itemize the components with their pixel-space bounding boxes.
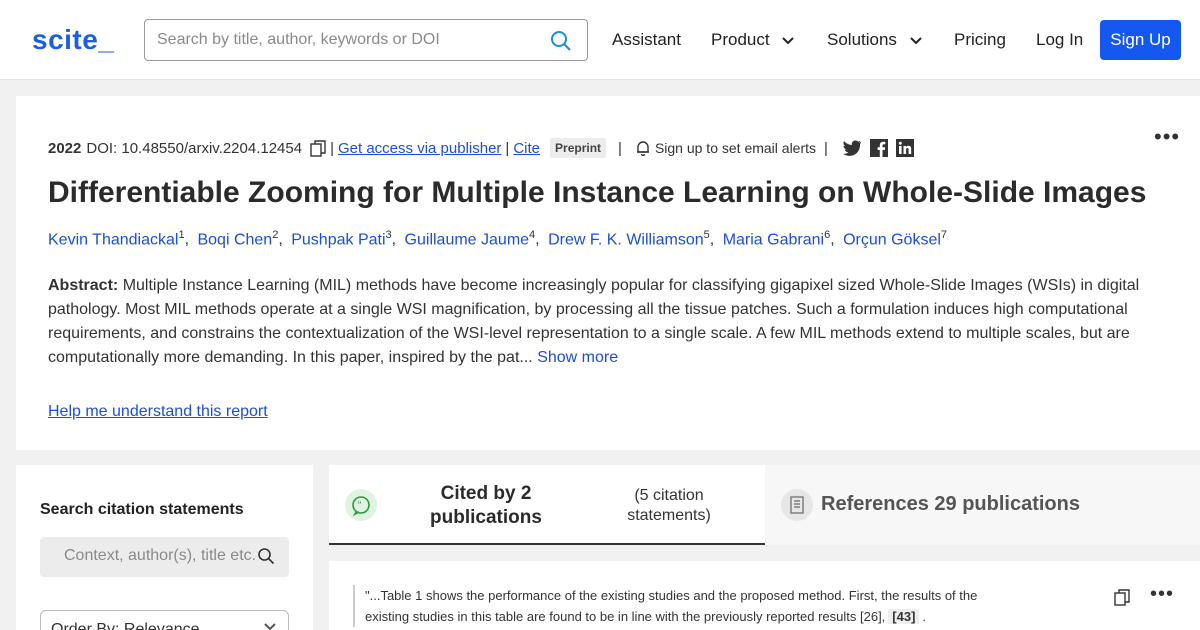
search-icon[interactable] — [257, 547, 275, 565]
nav-solutions-label: Solutions — [827, 30, 897, 49]
search-icon[interactable] — [549, 29, 573, 53]
author-link[interactable]: Maria Gabrani — [723, 231, 824, 248]
author-affiliation: 5 — [703, 229, 710, 241]
chevron-down-icon — [782, 36, 795, 44]
abstract: Abstract: Multiple Instance Learning (MI… — [48, 274, 1158, 370]
citation-excerpt: "...Table 1 shows the performance of the… — [353, 585, 1003, 627]
author-affiliation: 7 — [940, 229, 948, 241]
preprint-badge: Preprint — [550, 138, 607, 158]
author-affiliation: 1 — [178, 229, 185, 241]
chevron-down-icon — [909, 36, 922, 44]
search-box[interactable] — [144, 19, 588, 61]
separator: , — [709, 231, 715, 249]
separator: , — [278, 231, 283, 249]
paper-card: 2022 DOI: 10.48550/arxiv.2204.12454 | Ge… — [16, 96, 1200, 450]
order-by-select[interactable]: Order By: Relevance — [40, 610, 289, 630]
reference-marker[interactable]: [43] — [888, 609, 920, 624]
more-options-icon[interactable]: ••• — [1150, 583, 1174, 606]
publication-year: 2022 — [48, 139, 82, 157]
copy-icon[interactable] — [1114, 589, 1130, 606]
separator: | — [618, 139, 622, 157]
tab-references[interactable]: References 29 publications — [765, 465, 1200, 545]
sidebar-heading: Search citation statements — [40, 501, 244, 518]
document-icon — [781, 489, 813, 521]
references-count: References 29 publications — [821, 493, 1080, 515]
twitter-icon[interactable] — [842, 139, 862, 157]
nav-login[interactable]: Log In — [1036, 30, 1083, 50]
author-link[interactable]: Kevin Thandiackal — [48, 231, 178, 248]
help-understand-link[interactable]: Help me understand this report — [48, 403, 268, 421]
cite-link[interactable]: Cite — [513, 140, 540, 157]
citation-bubble-icon: ” — [345, 489, 377, 521]
abstract-label: Abstract: — [48, 277, 119, 294]
author-link[interactable]: Orçun Göksel — [843, 231, 941, 248]
context-search-input[interactable] — [64, 547, 259, 565]
cited-by-count: Cited by 2 publications — [430, 483, 542, 528]
more-options-icon[interactable]: ••• — [1154, 124, 1180, 150]
share-icons — [842, 139, 914, 157]
separator: , — [184, 231, 190, 249]
bell-icon[interactable] — [636, 140, 650, 156]
search-input[interactable] — [157, 29, 527, 51]
author-affiliation: 3 — [385, 229, 392, 241]
email-alerts-link[interactable]: Sign up to set email alerts — [655, 140, 816, 156]
get-access-link[interactable]: Get access via publisher — [338, 140, 501, 157]
citation-text: "...Table 1 shows the performance of the… — [365, 588, 978, 624]
copy-icon[interactable] — [310, 139, 326, 157]
doi-text: DOI: 10.48550/arxiv.2204.12454 — [86, 139, 303, 157]
separator: , — [830, 231, 835, 249]
separator: | — [330, 139, 334, 157]
separator: , — [535, 231, 540, 249]
paper-title: Differentiable Zooming for Multiple Inst… — [48, 176, 1147, 209]
citation-statement-card: "...Table 1 shows the performance of the… — [329, 561, 1200, 630]
citation-statements-count: (5 citation statements) — [627, 487, 711, 524]
author-link[interactable]: Drew F. K. Williamson — [548, 231, 704, 248]
separator: , — [391, 231, 397, 249]
nav-assistant[interactable]: Assistant — [612, 30, 681, 50]
scite-logo[interactable]: scite_ — [32, 24, 114, 56]
show-more-link[interactable]: Show more — [537, 349, 618, 366]
nav-solutions[interactable]: Solutions — [827, 30, 922, 50]
paper-meta-row: 2022 DOI: 10.48550/arxiv.2204.12454 | Ge… — [48, 138, 914, 158]
separator: | — [505, 139, 510, 157]
author-link[interactable]: Boqi Chen — [197, 231, 272, 248]
author-link[interactable]: Pushpak Pati — [291, 231, 385, 248]
context-search-box[interactable] — [40, 537, 289, 577]
facebook-icon[interactable] — [869, 139, 888, 157]
citation-text-end: . — [922, 609, 927, 624]
nav-product-label: Product — [711, 30, 770, 49]
order-by-value: Order By: Relevance — [51, 621, 200, 630]
chevron-down-icon — [264, 623, 276, 630]
svg-text:”: ” — [357, 501, 362, 511]
sign-up-button[interactable]: Sign Up — [1100, 20, 1181, 60]
separator: | — [824, 139, 828, 157]
linkedin-icon[interactable] — [895, 139, 914, 157]
top-navigation-bar: scite_ Assistant Product Solutions Prici… — [0, 0, 1200, 80]
author-link[interactable]: Guillaume Jaume — [405, 231, 530, 248]
nav-product[interactable]: Product — [711, 30, 795, 50]
citation-search-sidebar: Search citation statements Order By: Rel… — [16, 465, 313, 630]
author-list: Kevin Thandiackal1, Boqi Chen2, Pushpak … — [48, 229, 947, 249]
tab-cited-by[interactable]: ” Cited by 2 publications (5 citation st… — [329, 465, 765, 545]
nav-pricing[interactable]: Pricing — [954, 30, 1006, 50]
